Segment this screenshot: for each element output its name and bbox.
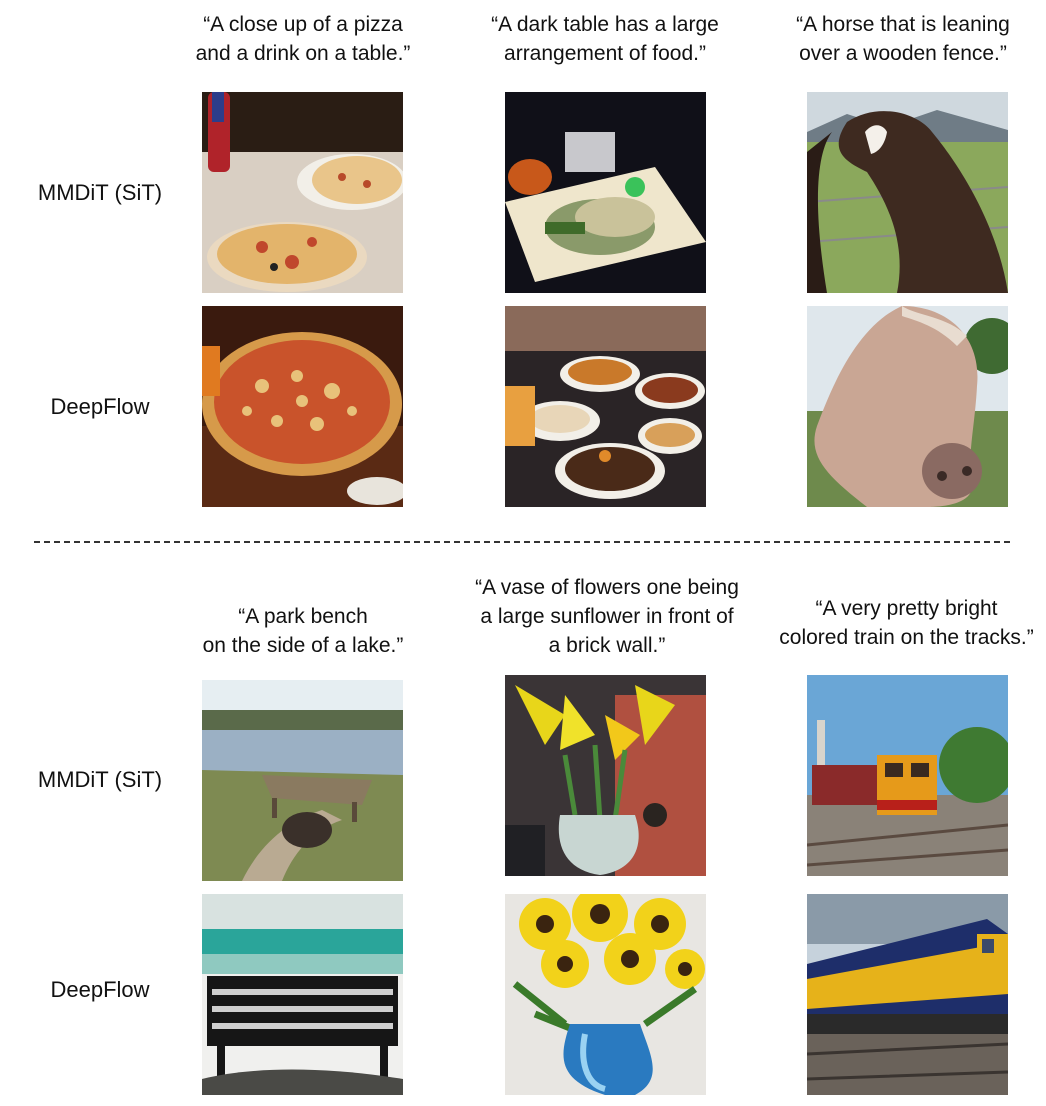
caption-line: arrangement of food.” bbox=[504, 42, 706, 65]
caption-pizza: “A close up of a pizza and a drink on a … bbox=[160, 10, 446, 68]
caption-line: “A horse that is leaning bbox=[796, 13, 1010, 36]
image-horse-deepflow bbox=[807, 306, 1008, 507]
image-food-mmdit bbox=[505, 92, 706, 293]
image-pizza-mmdit bbox=[202, 92, 403, 293]
caption-line: colored train on the tracks.” bbox=[779, 626, 1034, 649]
caption-line: a large sunflower in front of bbox=[480, 605, 734, 628]
caption-dark-table: “A dark table has a large arrangement of… bbox=[460, 10, 750, 68]
caption-line: a brick wall.” bbox=[548, 634, 666, 657]
image-pizza-deepflow bbox=[202, 306, 403, 507]
image-bench-deepflow bbox=[202, 894, 403, 1095]
caption-park-bench: “A park bench on the side of a lake.” bbox=[160, 602, 446, 660]
image-vase-mmdit bbox=[505, 675, 706, 876]
caption-line: “A park bench bbox=[238, 605, 368, 628]
image-horse-mmdit bbox=[807, 92, 1008, 293]
caption-line: “A very pretty bright bbox=[815, 597, 998, 620]
caption-line: “A dark table has a large bbox=[491, 13, 719, 36]
section-divider bbox=[34, 541, 1010, 543]
row-label-mmdit: MMDiT (SiT) bbox=[37, 767, 163, 792]
caption-line: “A close up of a pizza bbox=[203, 13, 403, 36]
image-food-deepflow bbox=[505, 306, 706, 507]
image-train-mmdit bbox=[807, 675, 1008, 876]
image-train-deepflow bbox=[807, 894, 1008, 1095]
image-vase-deepflow bbox=[505, 894, 706, 1095]
caption-vase: “A vase of flowers one being a large sun… bbox=[455, 573, 759, 660]
caption-line: over a wooden fence.” bbox=[799, 42, 1007, 65]
caption-train: “A very pretty bright colored train on t… bbox=[767, 594, 1046, 652]
row-label-mmdit: MMDiT (SiT) bbox=[37, 180, 163, 205]
caption-horse: “A horse that is leaning over a wooden f… bbox=[760, 10, 1046, 68]
caption-line: and a drink on a table.” bbox=[195, 42, 411, 65]
row-label-deepflow: DeepFlow bbox=[50, 394, 150, 419]
caption-line: on the side of a lake.” bbox=[202, 634, 404, 657]
image-bench-mmdit bbox=[202, 680, 403, 881]
caption-line: “A vase of flowers one being bbox=[475, 576, 739, 599]
row-label-deepflow: DeepFlow bbox=[50, 977, 150, 1002]
